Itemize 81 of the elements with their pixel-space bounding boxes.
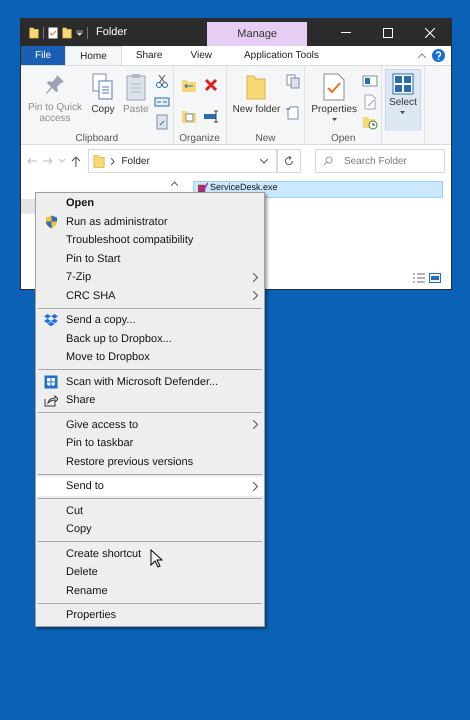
caret-icon (332, 118, 337, 121)
file-name: ServiceDesk.exe (210, 182, 278, 192)
scroll-up-icon[interactable] (171, 181, 178, 186)
menu-item[interactable]: Move to Dropbox (36, 348, 264, 366)
close-icon (425, 28, 435, 38)
window-title: Folder (96, 25, 128, 40)
menu-item[interactable]: Send to (36, 477, 264, 496)
history-icon[interactable] (362, 114, 378, 130)
ribbon-tab[interactable]: Home (65, 46, 122, 65)
refresh-button[interactable] (277, 149, 302, 173)
refresh-icon (284, 156, 294, 166)
menu-item[interactable]: Pin to taskbar (36, 434, 264, 452)
minimize-icon (341, 32, 351, 33)
ribbon-tab[interactable]: Application Tools (232, 46, 331, 65)
folder-arrow-icon[interactable] (180, 77, 197, 93)
menu-item[interactable]: 7-Zip (36, 268, 264, 286)
caret-icon (400, 111, 406, 114)
defender-icon (44, 374, 58, 389)
address-path: Folder (121, 154, 150, 168)
ribbon-button[interactable]: Copy (88, 69, 118, 131)
shortcut-icon[interactable] (154, 114, 170, 130)
maximize-icon (383, 28, 393, 38)
checklist-icon (321, 72, 348, 102)
details-view-icon[interactable] (413, 273, 425, 283)
help-icon[interactable] (432, 49, 445, 62)
dropbox-icon (44, 314, 58, 326)
menu-item[interactable]: Scan with Microsoft Defender... (36, 372, 264, 391)
clipboard-icon (124, 72, 148, 102)
menu-item[interactable]: Give access to (36, 416, 264, 434)
folder-icon (29, 26, 39, 40)
menu-item[interactable]: Restore previous versions (36, 452, 264, 471)
grid-icon (392, 73, 414, 95)
large-icons-view-icon[interactable] (429, 273, 441, 283)
contextual-tab-header: Manage (207, 22, 308, 46)
new-item-icon[interactable] (285, 73, 302, 89)
ribbon-group-label: Clipboard (74, 132, 120, 144)
window-icon[interactable] (362, 73, 378, 89)
share-icon (44, 394, 58, 407)
menu-item[interactable]: Rename (36, 582, 264, 600)
menu-item[interactable]: Troubleshoot compatibility (36, 231, 264, 250)
checklist-icon[interactable] (48, 26, 58, 38)
delete-icon[interactable] (202, 77, 219, 93)
menu-item[interactable]: Copy (36, 520, 264, 538)
ribbon-group-label: Organize (178, 132, 221, 144)
ribbon-tab[interactable]: View (176, 46, 226, 65)
scissors-icon[interactable] (154, 73, 170, 89)
file-row[interactable]: ServiceDesk.exe (193, 181, 443, 198)
up-arrow-icon[interactable] (70, 156, 80, 166)
menu-item[interactable]: Back up to Dropbox... (36, 330, 264, 348)
chevron-right-icon (111, 158, 116, 164)
ribbon-button[interactable]: New folder (230, 69, 284, 131)
easy-access-icon[interactable] (285, 104, 302, 120)
app-icon (197, 182, 208, 192)
folder-icon (62, 26, 72, 40)
shield-icon (44, 214, 58, 229)
search-icon (323, 156, 334, 166)
ribbon-button[interactable]: Properties (308, 69, 360, 131)
menu-item[interactable]: CRC SHA (36, 286, 264, 305)
search-field[interactable]: Search Folder (315, 149, 446, 173)
ribbon-group-label: New (254, 132, 276, 144)
menu-item[interactable]: Delete (36, 563, 264, 582)
ribbon-button[interactable]: Select (384, 69, 421, 131)
collapse-icon[interactable] (418, 53, 426, 58)
folder-icon (93, 154, 106, 168)
dropdown-icon[interactable] (76, 30, 83, 36)
ribbon-tab[interactable]: File (21, 46, 66, 65)
menu-item[interactable]: Properties (36, 606, 264, 624)
mouse-cursor-icon (150, 549, 163, 568)
menu-item[interactable]: Share (36, 391, 264, 410)
menu-item[interactable]: Create shortcut (36, 544, 264, 563)
copy-icon (91, 72, 115, 102)
folder-copy-icon[interactable] (180, 108, 197, 124)
menu-item[interactable]: Cut (36, 502, 264, 520)
menu-item[interactable]: Run as administrator (36, 212, 264, 231)
address-bar[interactable]: Folder (88, 149, 278, 173)
ribbon-tab[interactable]: Share (122, 46, 176, 65)
ribbon-group-label: Open (330, 132, 356, 144)
rename-icon[interactable] (202, 108, 219, 124)
chevron-down-icon[interactable] (260, 158, 268, 164)
menu-item[interactable]: Pin to Start (36, 250, 264, 268)
menu-item[interactable]: Send a copy... (36, 311, 264, 330)
